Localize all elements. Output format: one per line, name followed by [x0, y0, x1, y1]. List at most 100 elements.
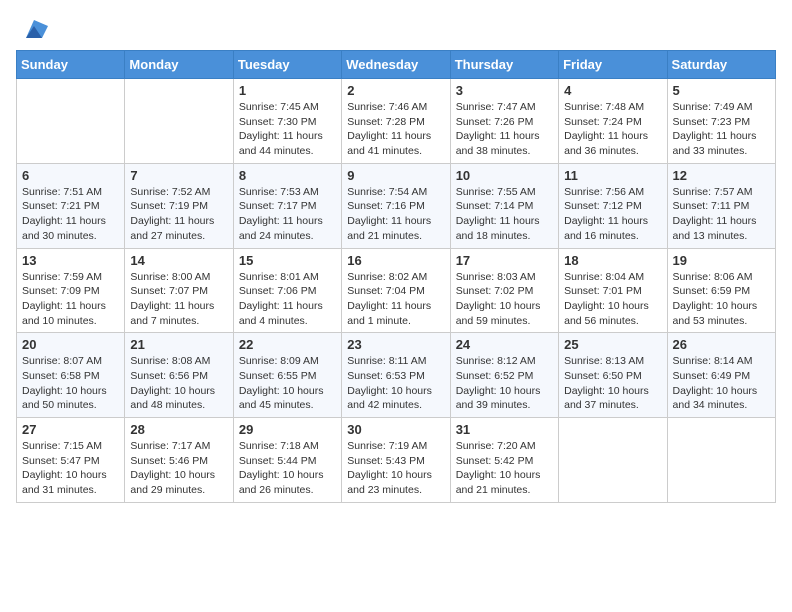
cell-content: Sunrise: 8:08 AMSunset: 6:56 PMDaylight:… [130, 354, 227, 413]
weekday-header-sunday: Sunday [17, 51, 125, 79]
calendar-cell: 20 Sunrise: 8:07 AMSunset: 6:58 PMDayligh… [17, 333, 125, 418]
day-number: 22 [239, 337, 336, 352]
day-number: 4 [564, 83, 661, 98]
calendar-cell: 13 Sunrise: 7:59 AMSunset: 7:09 PMDayligh… [17, 248, 125, 333]
calendar-cell: 24 Sunrise: 8:12 AMSunset: 6:52 PMDayligh… [450, 333, 558, 418]
calendar-cell: 9 Sunrise: 7:54 AMSunset: 7:16 PMDaylight… [342, 163, 450, 248]
day-number: 20 [22, 337, 119, 352]
day-number: 9 [347, 168, 444, 183]
calendar-cell: 10 Sunrise: 7:55 AMSunset: 7:14 PMDayligh… [450, 163, 558, 248]
weekday-header-saturday: Saturday [667, 51, 775, 79]
calendar-cell: 27 Sunrise: 7:15 AMSunset: 5:47 PMDayligh… [17, 418, 125, 503]
cell-content: Sunrise: 7:56 AMSunset: 7:12 PMDaylight:… [564, 185, 661, 244]
calendar-cell [17, 79, 125, 164]
cell-content: Sunrise: 7:17 AMSunset: 5:46 PMDaylight:… [130, 439, 227, 498]
cell-content: Sunrise: 7:52 AMSunset: 7:19 PMDaylight:… [130, 185, 227, 244]
calendar-cell: 7 Sunrise: 7:52 AMSunset: 7:19 PMDaylight… [125, 163, 233, 248]
calendar-week-row: 27 Sunrise: 7:15 AMSunset: 5:47 PMDayligh… [17, 418, 776, 503]
weekday-header-tuesday: Tuesday [233, 51, 341, 79]
day-number: 15 [239, 253, 336, 268]
day-number: 18 [564, 253, 661, 268]
day-number: 29 [239, 422, 336, 437]
day-number: 14 [130, 253, 227, 268]
cell-content: Sunrise: 8:07 AMSunset: 6:58 PMDaylight:… [22, 354, 119, 413]
cell-content: Sunrise: 7:51 AMSunset: 7:21 PMDaylight:… [22, 185, 119, 244]
day-number: 24 [456, 337, 553, 352]
calendar-cell [667, 418, 775, 503]
cell-content: Sunrise: 8:13 AMSunset: 6:50 PMDaylight:… [564, 354, 661, 413]
day-number: 17 [456, 253, 553, 268]
calendar-cell: 26Sunrise: 8:14 AMSunset: 6:49 PMDayligh… [667, 333, 775, 418]
cell-content: Sunrise: 8:02 AMSunset: 7:04 PMDaylight:… [347, 270, 444, 329]
cell-content: Sunrise: 8:11 AMSunset: 6:53 PMDaylight:… [347, 354, 444, 413]
day-number: 3 [456, 83, 553, 98]
cell-content: Sunrise: 8:03 AMSunset: 7:02 PMDaylight:… [456, 270, 553, 329]
weekday-header-monday: Monday [125, 51, 233, 79]
cell-content: Sunrise: 7:53 AMSunset: 7:17 PMDaylight:… [239, 185, 336, 244]
calendar-week-row: 1 Sunrise: 7:45 AMSunset: 7:30 PMDaylight… [17, 79, 776, 164]
calendar-cell: 30 Sunrise: 7:19 AMSunset: 5:43 PMDayligh… [342, 418, 450, 503]
day-number: 19 [673, 253, 770, 268]
calendar-cell: 4 Sunrise: 7:48 AMSunset: 7:24 PMDaylight… [559, 79, 667, 164]
day-number: 16 [347, 253, 444, 268]
day-number: 8 [239, 168, 336, 183]
cell-content: Sunrise: 8:12 AMSunset: 6:52 PMDaylight:… [456, 354, 553, 413]
day-number: 6 [22, 168, 119, 183]
cell-content: Sunrise: 7:54 AMSunset: 7:16 PMDaylight:… [347, 185, 444, 244]
day-number: 25 [564, 337, 661, 352]
calendar-cell: 22 Sunrise: 8:09 AMSunset: 6:55 PMDayligh… [233, 333, 341, 418]
calendar-cell: 15 Sunrise: 8:01 AMSunset: 7:06 PMDayligh… [233, 248, 341, 333]
cell-content: Sunrise: 7:15 AMSunset: 5:47 PMDaylight:… [22, 439, 119, 498]
page: SundayMondayTuesdayWednesdayThursdayFrid… [0, 0, 792, 519]
cell-content: Sunrise: 8:06 AMSunset: 6:59 PMDaylight:… [673, 270, 770, 329]
calendar-cell: 31Sunrise: 7:20 AMSunset: 5:42 PMDayligh… [450, 418, 558, 503]
calendar-week-row: 6 Sunrise: 7:51 AMSunset: 7:21 PMDaylight… [17, 163, 776, 248]
cell-content: Sunrise: 8:14 AMSunset: 6:49 PMDaylight:… [673, 354, 770, 413]
day-number: 10 [456, 168, 553, 183]
day-number: 30 [347, 422, 444, 437]
calendar-cell: 11 Sunrise: 7:56 AMSunset: 7:12 PMDayligh… [559, 163, 667, 248]
cell-content: Sunrise: 8:01 AMSunset: 7:06 PMDaylight:… [239, 270, 336, 329]
cell-content: Sunrise: 7:55 AMSunset: 7:14 PMDaylight:… [456, 185, 553, 244]
calendar-cell: 25 Sunrise: 8:13 AMSunset: 6:50 PMDayligh… [559, 333, 667, 418]
calendar-cell: 3 Sunrise: 7:47 AMSunset: 7:26 PMDaylight… [450, 79, 558, 164]
calendar-cell: 19 Sunrise: 8:06 AMSunset: 6:59 PMDayligh… [667, 248, 775, 333]
day-number: 1 [239, 83, 336, 98]
cell-content: Sunrise: 8:04 AMSunset: 7:01 PMDaylight:… [564, 270, 661, 329]
cell-content: Sunrise: 7:20 AMSunset: 5:42 PMDaylight:… [456, 439, 553, 498]
calendar-cell: 18 Sunrise: 8:04 AMSunset: 7:01 PMDayligh… [559, 248, 667, 333]
cell-content: Sunrise: 7:46 AMSunset: 7:28 PMDaylight:… [347, 100, 444, 159]
day-number: 27 [22, 422, 119, 437]
calendar-week-row: 20 Sunrise: 8:07 AMSunset: 6:58 PMDayligh… [17, 333, 776, 418]
day-number: 5 [673, 83, 770, 98]
day-number: 11 [564, 168, 661, 183]
calendar-cell: 17 Sunrise: 8:03 AMSunset: 7:02 PMDayligh… [450, 248, 558, 333]
calendar-cell: 14 Sunrise: 8:00 AMSunset: 7:07 PMDayligh… [125, 248, 233, 333]
cell-content: Sunrise: 7:47 AMSunset: 7:26 PMDaylight:… [456, 100, 553, 159]
day-number: 7 [130, 168, 227, 183]
cell-content: Sunrise: 7:57 AMSunset: 7:11 PMDaylight:… [673, 185, 770, 244]
calendar-cell [559, 418, 667, 503]
calendar-cell: 5 Sunrise: 7:49 AMSunset: 7:23 PMDaylight… [667, 79, 775, 164]
day-number: 13 [22, 253, 119, 268]
calendar-cell: 28 Sunrise: 7:17 AMSunset: 5:46 PMDayligh… [125, 418, 233, 503]
cell-content: Sunrise: 7:19 AMSunset: 5:43 PMDaylight:… [347, 439, 444, 498]
day-number: 2 [347, 83, 444, 98]
cell-content: Sunrise: 8:00 AMSunset: 7:07 PMDaylight:… [130, 270, 227, 329]
cell-content: Sunrise: 7:18 AMSunset: 5:44 PMDaylight:… [239, 439, 336, 498]
cell-content: Sunrise: 7:48 AMSunset: 7:24 PMDaylight:… [564, 100, 661, 159]
weekday-header-friday: Friday [559, 51, 667, 79]
calendar-cell: 21 Sunrise: 8:08 AMSunset: 6:56 PMDayligh… [125, 333, 233, 418]
calendar-week-row: 13 Sunrise: 7:59 AMSunset: 7:09 PMDayligh… [17, 248, 776, 333]
calendar-cell: 8 Sunrise: 7:53 AMSunset: 7:17 PMDaylight… [233, 163, 341, 248]
logo-icon [20, 16, 48, 44]
day-number: 21 [130, 337, 227, 352]
day-number: 12 [673, 168, 770, 183]
cell-content: Sunrise: 7:49 AMSunset: 7:23 PMDaylight:… [673, 100, 770, 159]
calendar-cell: 12 Sunrise: 7:57 AMSunset: 7:11 PMDayligh… [667, 163, 775, 248]
cell-content: Sunrise: 7:45 AMSunset: 7:30 PMDaylight:… [239, 100, 336, 159]
day-number: 28 [130, 422, 227, 437]
header [16, 10, 776, 44]
cell-content: Sunrise: 7:59 AMSunset: 7:09 PMDaylight:… [22, 270, 119, 329]
cell-content: Sunrise: 8:09 AMSunset: 6:55 PMDaylight:… [239, 354, 336, 413]
